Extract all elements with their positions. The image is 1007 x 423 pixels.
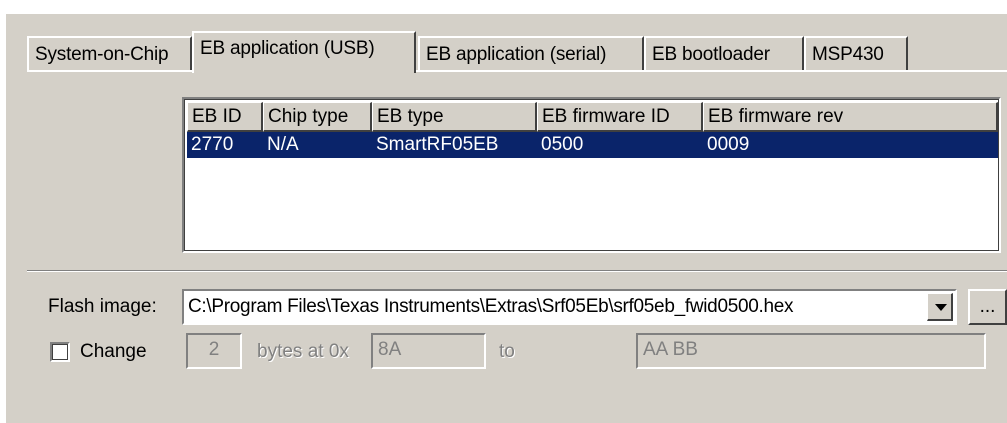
column-header-eb-firmware-rev[interactable]: EB firmware rev <box>703 102 998 132</box>
cell-eb-type: SmartRF05EB <box>376 134 499 155</box>
tab-eb-bootloader[interactable]: EB bootloader <box>644 36 804 70</box>
tab-msp430[interactable]: MSP430 <box>804 36 908 70</box>
cell-eb-firmware-id: 0500 <box>541 134 584 155</box>
flash-image-path[interactable]: C:\Program Files\Texas Instruments\Extra… <box>188 296 794 318</box>
column-header-chip-type[interactable]: Chip type <box>263 102 372 132</box>
device-list-row[interactable]: 2770 N/A SmartRF05EB 0500 0009 <box>187 132 998 158</box>
bytes-value-field[interactable]: AA BB <box>636 333 986 369</box>
change-checkbox[interactable] <box>50 342 70 362</box>
tab-eb-application-usb[interactable]: EB application (USB) <box>192 31 416 73</box>
byte-count-field[interactable]: 2 <box>186 333 242 369</box>
address-field[interactable]: 8A <box>371 333 486 369</box>
tab-eb-application-serial[interactable]: EB application (serial) <box>418 36 644 70</box>
device-list[interactable]: EB ID Chip type EB type EB firmware ID E… <box>182 97 1001 253</box>
to-label: to <box>499 341 515 362</box>
tab-strip-border <box>27 70 1007 72</box>
change-label[interactable]: Change <box>80 341 147 363</box>
device-list-header: EB ID Chip type EB type EB firmware ID E… <box>187 102 998 132</box>
bytes-at-label: bytes at 0x <box>257 341 349 362</box>
cell-eb-firmware-rev: 0009 <box>707 134 750 155</box>
cell-chip-type: N/A <box>267 134 299 155</box>
column-header-eb-id[interactable]: EB ID <box>187 102 263 132</box>
flash-image-label: Flash image: <box>48 296 157 317</box>
cell-eb-id: 2770 <box>191 134 234 155</box>
flash-image-combobox[interactable]: C:\Program Files\Texas Instruments\Extra… <box>182 289 957 325</box>
column-header-eb-type[interactable]: EB type <box>372 102 537 132</box>
column-header-eb-firmware-id[interactable]: EB firmware ID <box>537 102 703 132</box>
chevron-down-icon <box>935 304 947 311</box>
flash-image-dropdown-button[interactable] <box>927 293 953 321</box>
browse-button[interactable]: ... <box>968 289 1007 325</box>
tab-system-on-chip[interactable]: System-on-Chip <box>27 36 192 70</box>
separator-highlight <box>27 271 1007 272</box>
